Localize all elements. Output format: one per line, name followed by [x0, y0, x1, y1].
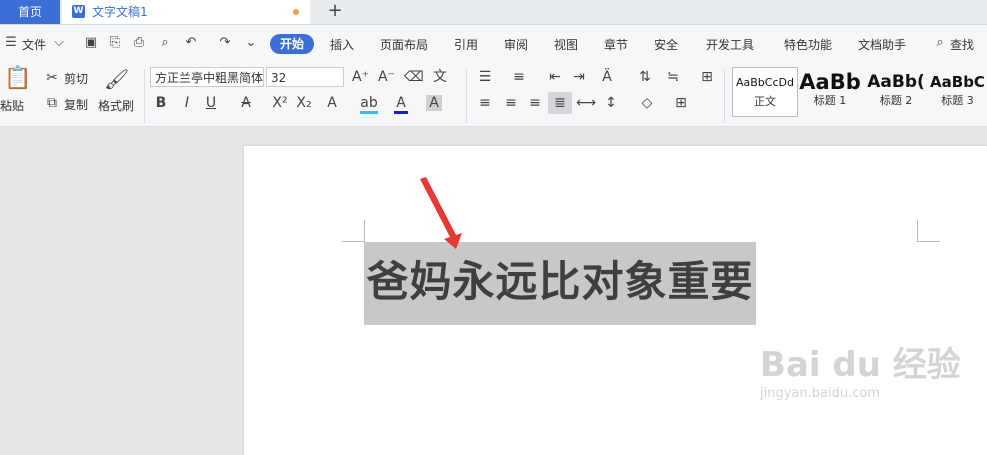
cut-button[interactable]: 剪切: [64, 70, 88, 87]
save-icon[interactable]: ▣: [84, 36, 98, 50]
group-separator: [724, 69, 725, 123]
style-preview: AaBb: [799, 70, 861, 93]
style-heading-1[interactable]: AaBb 标题 1: [798, 67, 862, 115]
menu-tab-security[interactable]: 安全: [654, 36, 678, 53]
grow-font-icon[interactable]: A⁺: [352, 69, 369, 85]
text-effect-icon[interactable]: A: [324, 95, 340, 111]
export-icon[interactable]: ⎘: [108, 36, 122, 50]
shrink-font-icon[interactable]: A⁻: [378, 69, 395, 85]
clear-format-icon[interactable]: ⌫: [404, 69, 424, 85]
decrease-indent-icon[interactable]: ⇤: [546, 69, 564, 85]
menu-tab-insert[interactable]: 插入: [330, 36, 354, 53]
hamburger-menu-icon[interactable]: ☰: [4, 36, 18, 50]
style-preview: AaBbCcDd: [736, 76, 794, 89]
borders-icon[interactable]: ⊞: [672, 95, 690, 111]
font-color-icon[interactable]: A: [394, 95, 408, 114]
arrow-shape: [420, 177, 462, 249]
underline-button[interactable]: U: [204, 95, 218, 111]
style-preview: AaBbC: [930, 73, 985, 91]
table-of-contents-icon[interactable]: ⊞: [698, 69, 716, 85]
font-name-select[interactable]: 方正兰亭中粗黑简体: [150, 67, 264, 87]
menu-tab-chapter[interactable]: 章节: [604, 36, 628, 53]
justify-icon[interactable]: ≣: [548, 92, 572, 114]
increase-indent-icon[interactable]: ⇥: [570, 69, 588, 85]
menu-tab-review[interactable]: 审阅: [504, 36, 528, 53]
copy-button[interactable]: 复制: [64, 96, 88, 113]
print-preview-icon[interactable]: ⌕: [158, 36, 172, 50]
superscript-icon[interactable]: X²: [272, 95, 288, 111]
style-heading-3[interactable]: AaBbC 标题 3: [928, 67, 987, 115]
menu-tab-references[interactable]: 引用: [454, 36, 478, 53]
unsaved-dot-icon: [293, 9, 299, 15]
align-left-icon[interactable]: ≡: [476, 95, 494, 111]
scissors-icon[interactable]: ✂: [44, 70, 60, 86]
style-label: 标题 2: [879, 94, 913, 107]
paste-button[interactable]: 粘贴: [0, 97, 24, 114]
search-icon[interactable]: ⌕: [933, 36, 947, 50]
group-separator: [144, 69, 145, 123]
file-menu[interactable]: 文件: [22, 36, 46, 53]
menu-tab-view[interactable]: 视图: [554, 36, 578, 53]
margin-corner-mark: [917, 241, 940, 242]
italic-button[interactable]: I: [180, 95, 194, 111]
bullet-list-icon[interactable]: ☰: [476, 69, 494, 85]
style-heading-2[interactable]: AaBb( 标题 2: [864, 67, 928, 115]
tab-bar: 首页 W 文字文稿1 +: [0, 0, 987, 25]
watermark: Bai du 经验 jingyan.baidu.com: [760, 345, 961, 403]
ribbon-start: 📋 粘贴 ✂ 剪切 ⧉ 复制 🖌 格式刷 方正兰亭中粗黑简体 32 A⁺ A⁻ …: [0, 63, 987, 127]
copy-icon[interactable]: ⧉: [44, 95, 60, 111]
chinese-layout-icon[interactable]: Ä: [598, 69, 616, 85]
style-label: 标题 3: [941, 94, 974, 107]
style-preview: AaBb(: [867, 72, 925, 92]
search-button[interactable]: 查找: [950, 36, 974, 53]
workspace-background: [0, 127, 244, 455]
group-separator: [466, 69, 467, 123]
show-marks-icon[interactable]: ≒: [664, 69, 682, 85]
style-label: 标题 1: [813, 94, 847, 107]
distributed-align-icon[interactable]: ⟷: [576, 95, 596, 111]
document-tab-title: 文字文稿1: [92, 5, 148, 19]
style-normal[interactable]: AaBbCcDd 正文: [732, 67, 798, 117]
watermark-brand: Bai du 经验: [760, 345, 961, 385]
sort-icon[interactable]: ⇅: [636, 69, 654, 85]
menu-tab-doc-assistant[interactable]: 文档助手: [858, 36, 906, 53]
document-text[interactable]: 爸妈永远比对象重要: [364, 252, 756, 312]
font-size-select[interactable]: 32: [266, 67, 344, 87]
margin-corner-mark: [917, 220, 918, 242]
menu-tab-start[interactable]: 开始: [270, 34, 314, 54]
phonetic-guide-icon[interactable]: 文: [430, 69, 450, 85]
menu-tab-page-layout[interactable]: 页面布局: [380, 36, 428, 53]
chevron-down-icon[interactable]: ⌵: [52, 36, 66, 50]
annotation-arrow: [420, 177, 462, 249]
subscript-icon[interactable]: X₂: [296, 95, 312, 111]
tab-home[interactable]: 首页: [0, 0, 60, 24]
paragraph-shading-icon[interactable]: ◇: [638, 95, 656, 111]
print-icon[interactable]: ⎙: [132, 36, 146, 50]
line-spacing-icon[interactable]: ↕: [602, 95, 620, 111]
more-quick-access-icon[interactable]: ⌄: [244, 36, 258, 50]
char-shading-icon[interactable]: A: [426, 95, 442, 111]
align-right-icon[interactable]: ≡: [526, 95, 544, 111]
bold-button[interactable]: B: [154, 95, 168, 111]
menu-tab-developer[interactable]: 开发工具: [706, 36, 754, 53]
menu-bar: ☰ 文件 ⌵ ▣ ⎘ ⎙ ⌕ ↶ ↷ ⌄ 开始 插入 页面布局 引用 审阅 视图…: [0, 25, 987, 63]
strikethrough-icon[interactable]: A: [238, 95, 254, 111]
format-painter-icon[interactable]: 🖌: [104, 67, 129, 91]
numbered-list-icon[interactable]: ≡: [510, 69, 528, 85]
menu-tab-features[interactable]: 特色功能: [784, 36, 832, 53]
undo-icon[interactable]: ↶: [184, 36, 198, 50]
new-tab-button[interactable]: +: [324, 0, 346, 24]
watermark-url: jingyan.baidu.com: [760, 386, 880, 401]
margin-corner-mark: [342, 241, 364, 242]
format-painter-button[interactable]: 格式刷: [98, 97, 134, 114]
margin-corner-mark: [364, 220, 365, 242]
highlight-color-icon[interactable]: ab: [360, 95, 378, 114]
style-label: 正文: [754, 95, 776, 108]
tab-document[interactable]: W 文字文稿1: [62, 0, 310, 24]
writer-doc-icon: W: [72, 5, 85, 18]
paste-icon[interactable]: 📋: [4, 67, 31, 91]
redo-icon[interactable]: ↷: [218, 36, 232, 50]
align-center-icon[interactable]: ≡: [502, 95, 520, 111]
